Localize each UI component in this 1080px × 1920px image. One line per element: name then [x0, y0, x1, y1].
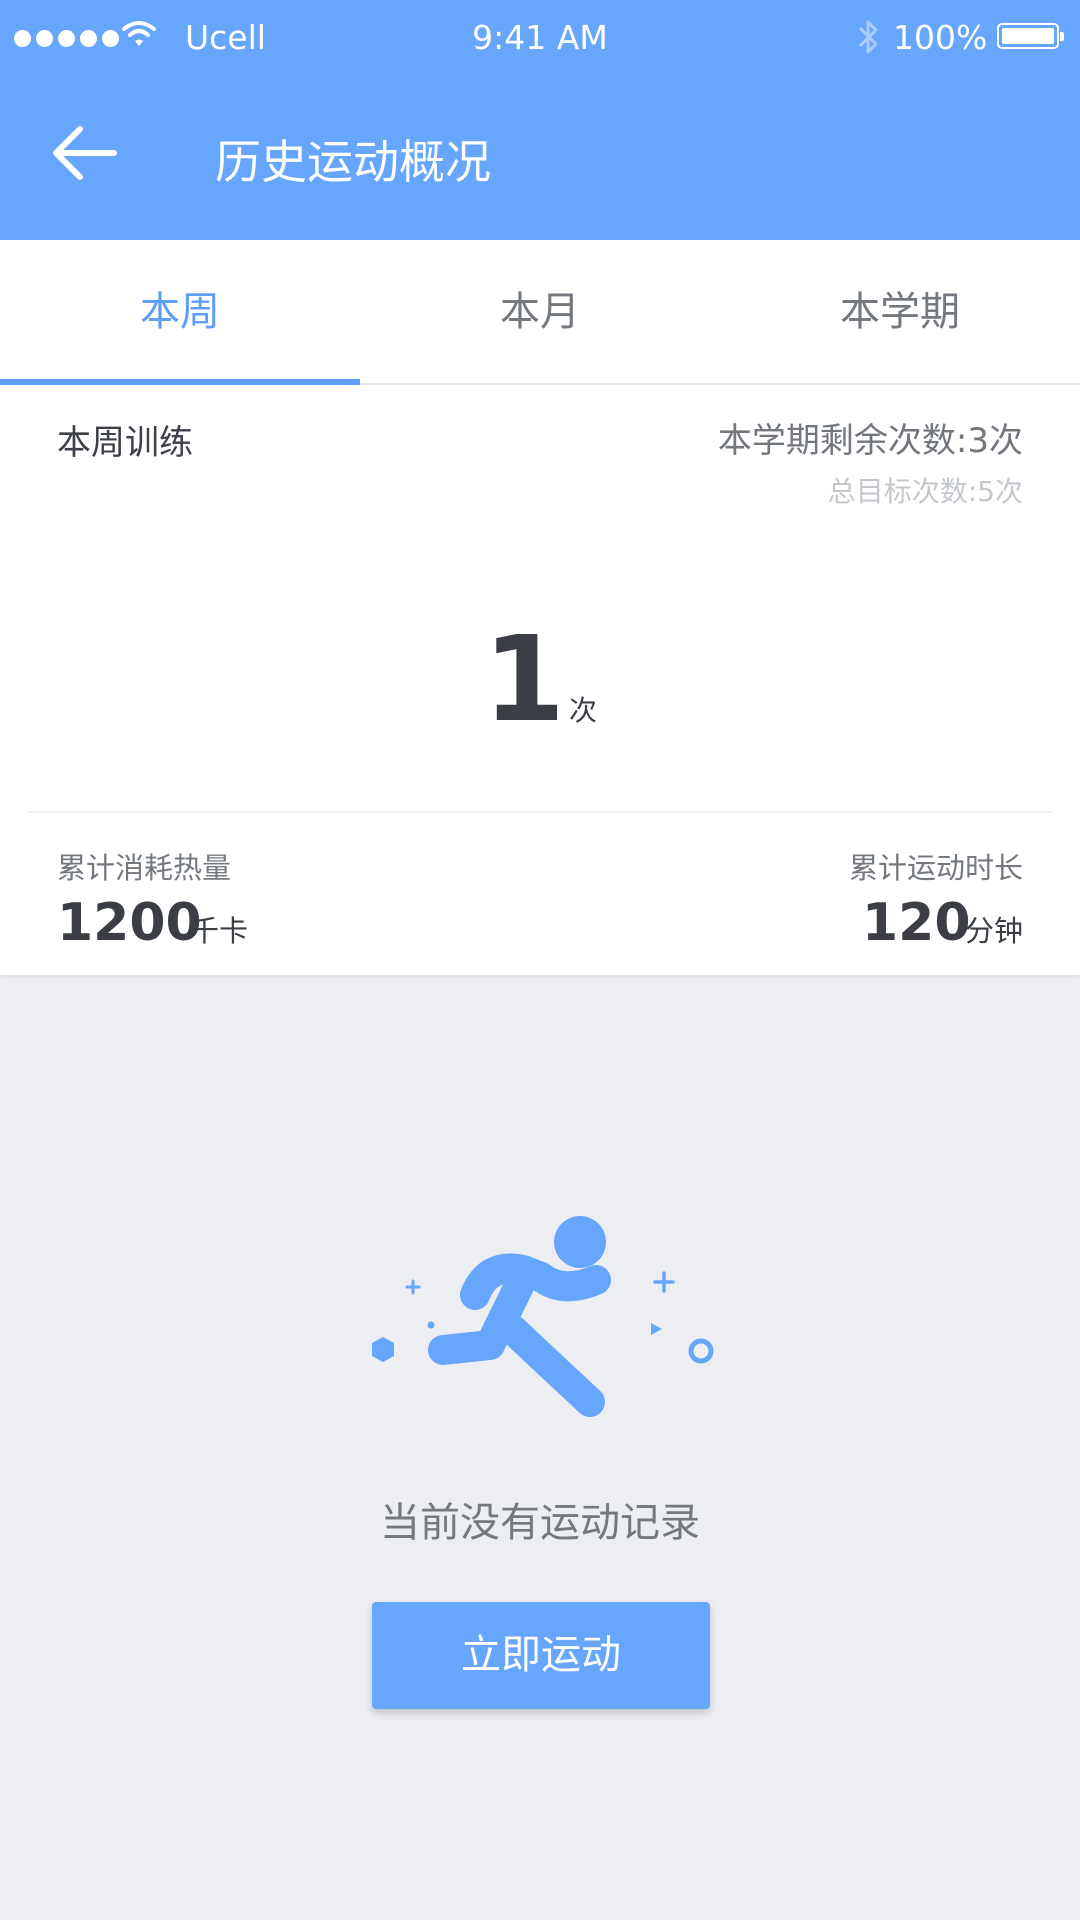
training-summary-card: 本周训练 本学期剩余次数:3次 总目标次数:5次 1次 累计消耗热量 1200 …	[0, 385, 1080, 975]
duration-unit: 分钟	[965, 914, 1024, 948]
bluetooth-icon	[858, 20, 878, 54]
calories-value: 1200	[57, 893, 202, 953]
target-count: 总目标次数:5次	[827, 475, 1023, 508]
status-bar: Ucell 9:41 AM 100%	[0, 0, 1080, 80]
period-tabs: 本周 本月 本学期	[0, 240, 1080, 385]
battery-percent: 100%	[893, 18, 988, 57]
running-person-icon	[372, 1216, 714, 1417]
divider	[27, 811, 1053, 813]
calories-unit: 千卡	[190, 914, 249, 948]
page-title: 历史运动概况	[215, 135, 491, 189]
calories-label: 累计消耗热量	[57, 851, 232, 885]
session-count-unit: 次	[569, 694, 598, 727]
duration-value: 120	[862, 893, 971, 953]
summary-label: 本周训练	[57, 423, 193, 463]
app-header: Ucell 9:41 AM 100% 历史运动概况	[0, 0, 1080, 240]
tab-month[interactable]: 本月	[360, 240, 720, 383]
duration-label: 累计运动时长	[848, 851, 1023, 885]
remaining-count: 本学期剩余次数:3次	[717, 421, 1023, 461]
tab-semester[interactable]: 本学期	[720, 240, 1080, 383]
session-count: 1次	[0, 610, 1080, 748]
session-count-value: 1	[482, 610, 566, 748]
empty-state-message: 当前没有运动记录	[380, 1500, 700, 1546]
start-exercise-button[interactable]: 立即运动	[372, 1602, 710, 1709]
battery-icon	[997, 23, 1064, 49]
tab-week[interactable]: 本周	[0, 240, 360, 385]
arrow-left-icon[interactable]	[50, 123, 120, 183]
